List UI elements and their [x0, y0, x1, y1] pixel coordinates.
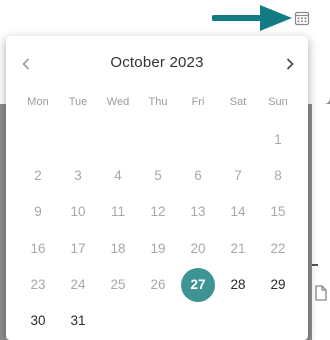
day-cell: 15	[270, 204, 286, 220]
day-grid: 1 2 3 4 5 6 7 8 9 10 11 12 13 14 15 16 17 18 19 20 21 22 23 24 2…	[6, 36, 308, 340]
day-cell: 19	[150, 240, 166, 256]
calendar-icon[interactable]	[294, 10, 310, 26]
day-cell: 4	[114, 168, 122, 184]
day-cell: 9	[34, 204, 42, 220]
background-mark	[312, 264, 318, 266]
day-cell: 11	[110, 204, 125, 220]
day-cell: 18	[110, 240, 126, 256]
day-cell: 14	[230, 204, 246, 220]
day-cell: 22	[270, 240, 286, 256]
day-cell: 24	[70, 276, 86, 292]
document-icon[interactable]	[313, 284, 329, 302]
day-cell: 20	[190, 240, 206, 256]
day-cell: 26	[150, 276, 166, 292]
day-cell: 25	[110, 276, 126, 292]
day-cell: 7	[234, 168, 242, 184]
background-strip	[312, 104, 330, 340]
day-cell: 16	[30, 240, 46, 256]
day-cell: 23	[30, 276, 46, 292]
arrow-right-icon	[212, 5, 292, 31]
day-cell: 12	[150, 204, 166, 220]
day-cell[interactable]: 28	[221, 268, 255, 302]
day-cell: 21	[230, 240, 246, 256]
day-cell[interactable]: 31	[61, 304, 95, 338]
day-cell-selected[interactable]: 27	[181, 267, 215, 302]
day-cell: 6	[194, 168, 202, 184]
day-cell: 5	[154, 168, 162, 184]
day-cell: 17	[70, 240, 86, 256]
datepicker-popup: October 2023 Mon Tue Wed Thu Fri Sat Sun…	[6, 36, 308, 340]
day-cell[interactable]: 29	[261, 268, 295, 302]
day-cell: 2	[34, 168, 42, 184]
day-cell: 1	[274, 132, 282, 147]
day-cell: 10	[70, 204, 86, 220]
day-cell: 8	[274, 168, 282, 184]
day-cell[interactable]: 30	[21, 304, 55, 338]
day-cell: 3	[74, 168, 82, 184]
day-cell: 13	[190, 204, 206, 220]
